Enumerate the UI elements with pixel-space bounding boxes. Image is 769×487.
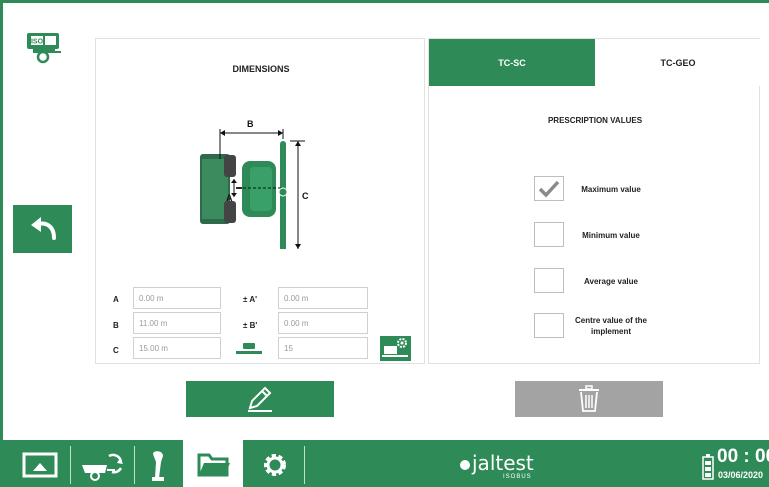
row-label-a-offset: ± A' <box>243 295 257 304</box>
nav-joystick-button[interactable] <box>138 440 178 487</box>
svg-text:A: A <box>226 193 233 203</box>
tab-tc-sc[interactable]: TC-SC <box>429 39 595 86</box>
pencil-icon <box>248 386 272 412</box>
bottom-navigation-bar: jaltest ISOBUS 00 : 00 03/06/2020 <box>3 433 769 487</box>
nav-separator <box>70 446 71 484</box>
minimum-value-label: Minimum value <box>582 231 640 240</box>
app-window: ISO DIMENSIONS A B C A B C 0.00 m 11.00 … <box>0 0 769 487</box>
nav-separator <box>304 446 305 484</box>
brand-dot-icon <box>460 460 470 470</box>
dimension-a-field[interactable]: 0.00 m <box>133 287 221 309</box>
dimension-b-field[interactable]: 11.00 m <box>133 312 221 334</box>
svg-text:B: B <box>247 119 254 129</box>
average-value-label: Average value <box>584 277 638 286</box>
row-label-b-offset: ± B' <box>243 321 258 330</box>
dimensions-title: DIMENSIONS <box>232 64 290 74</box>
clock-date: 03/06/2020 <box>718 470 764 480</box>
brand-logo: jaltest <box>472 451 534 475</box>
prescription-title: PRESCRIPTION VALUES <box>547 116 643 125</box>
tab-tc-geo[interactable]: TC-GEO <box>595 39 761 86</box>
nav-implement-sync-button[interactable] <box>74 440 130 487</box>
dimensions-panel: DIMENSIONS A B C A B C 0.00 m 11.00 m 15… <box>95 38 425 364</box>
brand-subtitle: ISOBUS <box>503 474 532 480</box>
gear-icon <box>264 454 286 476</box>
monitor-icon <box>22 452 58 478</box>
svg-text:ISO: ISO <box>31 39 44 46</box>
row-label-b: B <box>113 321 119 330</box>
undo-arrow-icon <box>30 217 56 240</box>
maximum-value-label: Maximum value <box>581 185 641 194</box>
nav-separator <box>134 446 135 484</box>
tractor-implement-diagram: A B C <box>200 117 330 252</box>
battery-icon <box>702 454 714 485</box>
back-button[interactable] <box>13 205 72 253</box>
offset-a-field[interactable]: 0.00 m <box>278 287 368 309</box>
implement-settings-icon <box>382 338 408 357</box>
offset-b-field[interactable]: 0.00 m <box>278 312 368 334</box>
edit-button[interactable] <box>186 381 334 417</box>
nav-monitor-button[interactable] <box>14 440 66 487</box>
implement-sections-icon <box>236 342 262 354</box>
implement-sync-icon <box>82 453 123 481</box>
sections-field[interactable]: 15 <box>278 337 368 359</box>
implement-config-button[interactable] <box>380 336 411 361</box>
nav-folder-button[interactable] <box>186 440 242 487</box>
nav-settings-button[interactable] <box>250 440 300 487</box>
joystick-icon <box>152 451 164 481</box>
folder-icon <box>197 453 230 477</box>
isobus-logo-icon: ISO <box>25 31 63 65</box>
clock-time: 00 : 00 <box>717 446 769 467</box>
centre-value-label: Centre value of the implement <box>574 316 647 336</box>
trash-icon <box>579 385 599 412</box>
prescription-panel: TC-SC TC-GEO PRESCRIPTION VALUES Maximum… <box>428 38 761 364</box>
dimension-c-field[interactable]: 15.00 m <box>133 337 221 359</box>
row-label-a: A <box>113 295 119 304</box>
svg-text:C: C <box>302 191 309 201</box>
delete-button[interactable] <box>515 381 663 417</box>
row-label-c: C <box>113 346 119 355</box>
